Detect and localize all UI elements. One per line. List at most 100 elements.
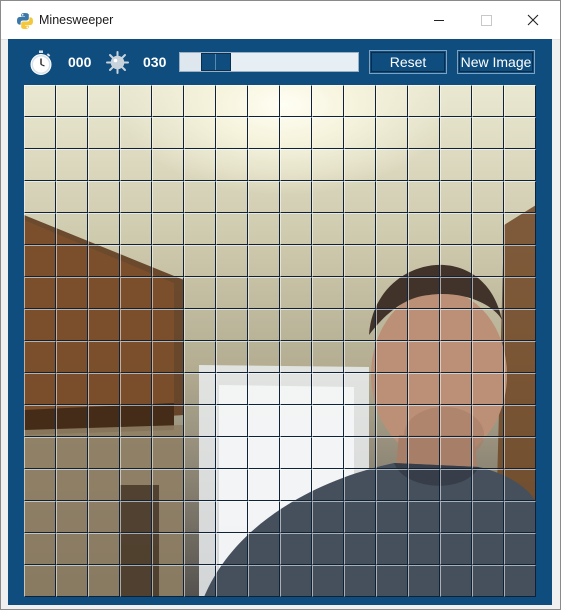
board-cell[interactable] (280, 117, 312, 149)
board-cell[interactable] (440, 181, 472, 213)
board-cell[interactable] (56, 85, 88, 117)
board-cell[interactable] (248, 309, 280, 341)
board-cell[interactable] (472, 277, 504, 309)
board-cell[interactable] (472, 245, 504, 277)
board-cell[interactable] (248, 565, 280, 597)
board-cell[interactable] (24, 341, 56, 373)
board-cell[interactable] (216, 533, 248, 565)
board-cell[interactable] (216, 437, 248, 469)
board-cell[interactable] (376, 341, 408, 373)
board-cell[interactable] (152, 405, 184, 437)
board-cell[interactable] (280, 309, 312, 341)
board-cell[interactable] (120, 245, 152, 277)
board-cell[interactable] (440, 405, 472, 437)
board-cell[interactable] (408, 533, 440, 565)
board-cell[interactable] (216, 117, 248, 149)
board-cell[interactable] (440, 565, 472, 597)
board-cell[interactable] (408, 277, 440, 309)
board-cell[interactable] (24, 373, 56, 405)
board-cell[interactable] (504, 277, 536, 309)
board-cell[interactable] (312, 181, 344, 213)
board-cell[interactable] (344, 277, 376, 309)
board-cell[interactable] (312, 85, 344, 117)
board-cell[interactable] (56, 533, 88, 565)
board-cell[interactable] (344, 309, 376, 341)
board-cell[interactable] (120, 405, 152, 437)
board-cell[interactable] (440, 341, 472, 373)
board-cell[interactable] (120, 437, 152, 469)
board-cell[interactable] (344, 405, 376, 437)
board-cell[interactable] (472, 181, 504, 213)
board-cell[interactable] (472, 85, 504, 117)
board-cell[interactable] (408, 213, 440, 245)
board-cell[interactable] (344, 245, 376, 277)
board-cell[interactable] (120, 85, 152, 117)
board-cell[interactable] (184, 85, 216, 117)
board-cell[interactable] (504, 181, 536, 213)
board-cell[interactable] (152, 277, 184, 309)
board-cell[interactable] (152, 533, 184, 565)
board-cell[interactable] (280, 437, 312, 469)
board-cell[interactable] (504, 85, 536, 117)
board-cell[interactable] (88, 373, 120, 405)
board-cell[interactable] (120, 501, 152, 533)
board-cell[interactable] (472, 309, 504, 341)
board-cell[interactable] (88, 501, 120, 533)
board-cell[interactable] (504, 373, 536, 405)
board-cell[interactable] (408, 405, 440, 437)
board-cell[interactable] (376, 565, 408, 597)
board-cell[interactable] (248, 245, 280, 277)
board-cell[interactable] (376, 181, 408, 213)
maximize-button[interactable] (463, 1, 509, 39)
board-cell[interactable] (344, 565, 376, 597)
board-cell[interactable] (24, 149, 56, 181)
board-cell[interactable] (24, 213, 56, 245)
board-cell[interactable] (280, 277, 312, 309)
board-cell[interactable] (344, 501, 376, 533)
board-cell[interactable] (120, 373, 152, 405)
board-cell[interactable] (248, 117, 280, 149)
board-cell[interactable] (440, 117, 472, 149)
board-cell[interactable] (440, 277, 472, 309)
board-cell[interactable] (312, 213, 344, 245)
close-button[interactable] (510, 1, 556, 39)
board-cell[interactable] (280, 405, 312, 437)
board-cell[interactable] (312, 341, 344, 373)
board-cell[interactable] (88, 277, 120, 309)
board-cell[interactable] (408, 117, 440, 149)
board-cell[interactable] (248, 469, 280, 501)
board-cell[interactable] (24, 85, 56, 117)
board-cell[interactable] (248, 277, 280, 309)
board-cell[interactable] (312, 437, 344, 469)
board-cell[interactable] (152, 245, 184, 277)
board-cell[interactable] (376, 245, 408, 277)
board-cell[interactable] (344, 213, 376, 245)
board-cell[interactable] (408, 149, 440, 181)
board-cell[interactable] (56, 181, 88, 213)
board-cell[interactable] (472, 149, 504, 181)
board-cell[interactable] (56, 277, 88, 309)
board-cell[interactable] (24, 277, 56, 309)
board-cell[interactable] (184, 245, 216, 277)
board-cell[interactable] (120, 469, 152, 501)
board-cell[interactable] (88, 85, 120, 117)
board-cell[interactable] (472, 437, 504, 469)
board-cell[interactable] (440, 501, 472, 533)
board-cell[interactable] (312, 533, 344, 565)
board-cell[interactable] (56, 341, 88, 373)
board-cell[interactable] (408, 245, 440, 277)
board-cell[interactable] (184, 277, 216, 309)
board-cell[interactable] (280, 149, 312, 181)
board-cell[interactable] (376, 149, 408, 181)
board-cell[interactable] (280, 85, 312, 117)
board-cell[interactable] (216, 85, 248, 117)
board-cell[interactable] (504, 469, 536, 501)
board-cell[interactable] (376, 533, 408, 565)
board-cell[interactable] (376, 405, 408, 437)
board-cell[interactable] (472, 501, 504, 533)
board-cell[interactable] (280, 213, 312, 245)
board-cell[interactable] (376, 309, 408, 341)
board-cell[interactable] (216, 277, 248, 309)
board-cell[interactable] (504, 341, 536, 373)
board-cell[interactable] (376, 469, 408, 501)
